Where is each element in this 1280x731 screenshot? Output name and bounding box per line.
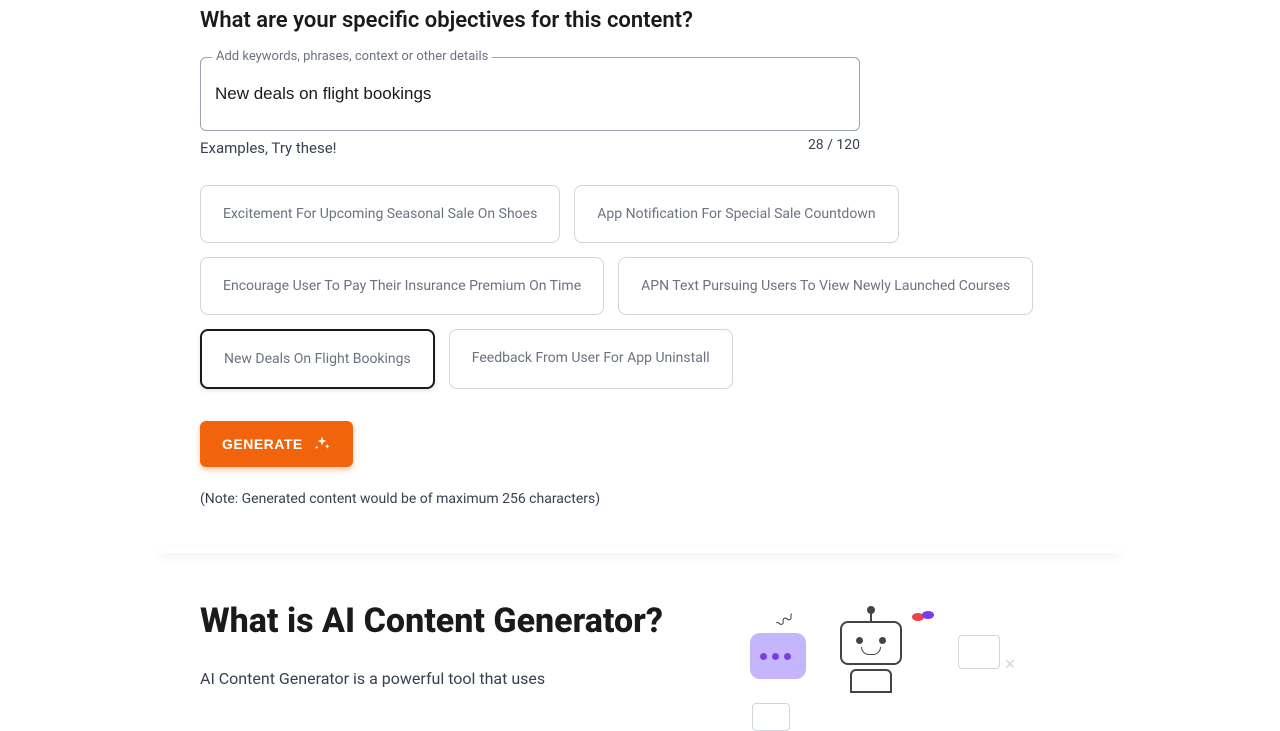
about-section: What is AI Content Generator? AI Content… <box>160 601 1120 721</box>
example-chips: Excitement For Upcoming Seasonal Sale On… <box>200 185 1080 389</box>
generate-button-label: GENERATE <box>222 436 303 452</box>
chip-new-courses[interactable]: APN Text Pursuing Users To View Newly La… <box>618 257 1033 315</box>
form-card: What are your specific objectives for th… <box>160 0 1120 547</box>
frame-decoration-1 <box>958 635 1000 669</box>
examples-label: Examples, Try these! <box>200 139 1080 157</box>
chip-insurance-premium[interactable]: Encourage User To Pay Their Insurance Pr… <box>200 257 604 315</box>
keywords-input-label: Add keywords, phrases, context or other … <box>212 49 492 64</box>
about-text-col: What is AI Content Generator? AI Content… <box>200 601 680 721</box>
purple-blob <box>922 611 934 619</box>
chip-app-uninstall[interactable]: Feedback From User For App Uninstall <box>449 329 733 389</box>
cross-decoration: ✕ <box>1004 657 1016 673</box>
character-limit-note: (Note: Generated content would be of max… <box>200 491 1080 507</box>
robot-graphic <box>840 621 902 693</box>
chip-flight-bookings[interactable]: New Deals On Flight Bookings <box>200 329 435 389</box>
generate-button[interactable]: GENERATE <box>200 421 353 467</box>
about-title: What is AI Content Generator? <box>200 601 680 642</box>
frame-decoration-2 <box>752 703 790 731</box>
squiggle-decoration: 〰 <box>771 604 800 636</box>
robot-illustration: 〰 ✕ <box>720 601 1080 721</box>
chip-sale-countdown[interactable]: App Notification For Special Sale Countd… <box>574 185 898 243</box>
objectives-question: What are your specific objectives for th… <box>200 0 1080 33</box>
sparkle-icon <box>313 435 331 453</box>
about-paragraph: AI Content Generator is a powerful tool … <box>200 666 680 692</box>
chip-seasonal-sale[interactable]: Excitement For Upcoming Seasonal Sale On… <box>200 185 560 243</box>
bubble-dots <box>760 653 791 660</box>
keywords-input-wrapper: Add keywords, phrases, context or other … <box>200 57 1080 131</box>
keywords-input[interactable] <box>200 57 860 131</box>
